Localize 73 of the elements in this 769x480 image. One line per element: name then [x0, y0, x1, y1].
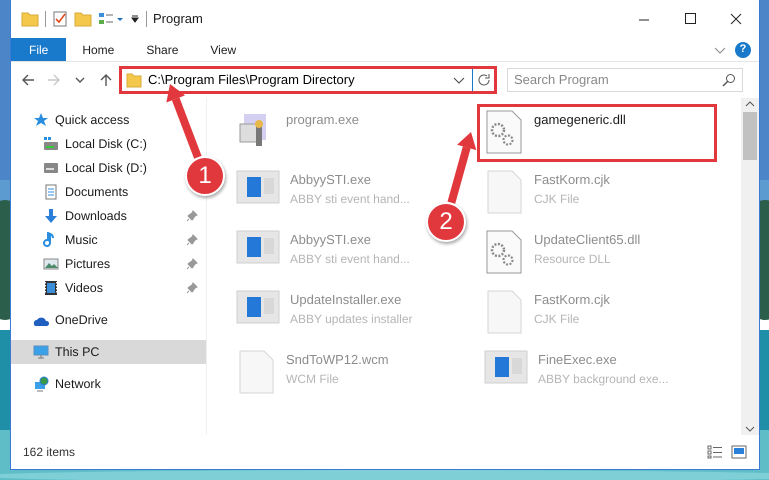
- file-name: AbbyySTI.exe: [290, 171, 372, 189]
- file-name: UpdateInstaller.exe: [290, 291, 402, 309]
- search-box[interactable]: Search Program: [507, 68, 743, 92]
- sidebar-item[interactable]: Music: [11, 228, 206, 252]
- folder-icon: [126, 72, 142, 88]
- pin-icon[interactable]: [186, 282, 198, 294]
- close-icon[interactable]: [728, 12, 744, 26]
- file-type: Resource DLL: [534, 250, 612, 268]
- help-button[interactable]: ?: [735, 42, 751, 58]
- item-count: 162 items: [23, 444, 76, 461]
- gear-file-icon: [484, 230, 524, 274]
- address-bar[interactable]: C:\Program Files\Program Directory: [121, 68, 495, 92]
- pin-icon[interactable]: [186, 258, 198, 270]
- back-arrow-icon[interactable]: [20, 72, 36, 88]
- sidebar-item[interactable]: Documents: [11, 180, 176, 204]
- application-icon: [236, 230, 280, 264]
- drive-icon: [43, 136, 59, 152]
- ribbon-tab[interactable]: Home: [66, 38, 130, 61]
- network-icon: [33, 376, 49, 392]
- star-icon: [33, 112, 49, 128]
- sidebar-item[interactable]: Network: [11, 372, 176, 396]
- picture-icon: [43, 256, 59, 272]
- sidebar-item[interactable]: Local Disk (D:): [11, 156, 176, 180]
- large-icons-view-icon[interactable]: [731, 445, 747, 459]
- callout-arrow: [448, 132, 476, 204]
- gear-file-icon: [484, 110, 524, 154]
- sidebar-item[interactable]: Pictures: [11, 252, 206, 276]
- search-icon[interactable]: [722, 73, 736, 87]
- file-name: UpdateClient65.dll: [534, 231, 640, 249]
- address-field[interactable]: C:\Program Files\Program Directory: [148, 70, 446, 90]
- drive-icon: [43, 160, 59, 176]
- file-item[interactable]: gamegeneric.dll: [477, 104, 717, 162]
- sidebar-item[interactable]: Quick access: [11, 108, 176, 132]
- file-name: FineExec.exe: [538, 351, 618, 369]
- file-type: WCM File: [286, 370, 340, 388]
- window-title: Program: [153, 10, 203, 28]
- file-type: ABBY sti event hand...: [290, 250, 410, 268]
- ribbon-tab[interactable]: View: [194, 38, 252, 61]
- scrollbar[interactable]: [741, 98, 759, 435]
- file-type: ABBY sti event hand...: [290, 190, 410, 208]
- file-name: AbbyySTI.exe: [290, 231, 372, 249]
- pin-icon[interactable]: [186, 210, 198, 222]
- properties-icon[interactable]: [52, 10, 68, 28]
- details-view-icon[interactable]: [707, 445, 723, 459]
- file-type: CJK File: [534, 310, 580, 328]
- download-icon: [43, 208, 59, 224]
- film-icon: [43, 280, 59, 296]
- maximize-icon[interactable]: [682, 12, 698, 26]
- application-icon: [236, 170, 280, 204]
- file-name: SndToWP12.wcm: [286, 351, 389, 369]
- sidebar-item[interactable]: Local Disk (C:): [11, 132, 176, 156]
- up-arrow-icon[interactable]: [98, 72, 114, 88]
- file-type: CJK File: [534, 190, 580, 208]
- file-name: FastKorm.cjk: [534, 171, 610, 189]
- file-name: gamegeneric.dll: [534, 111, 626, 129]
- ribbon-tab[interactable]: File: [11, 38, 66, 61]
- file-type: ABBY updates installer: [290, 310, 413, 328]
- sidebar-item[interactable]: Videos: [11, 276, 206, 300]
- folder-icon: [21, 10, 39, 28]
- pin-icon[interactable]: [186, 234, 198, 246]
- scrollbar-thumb[interactable]: [743, 112, 757, 160]
- sidebar-item[interactable]: Downloads: [11, 204, 206, 228]
- application-icon: [484, 350, 528, 384]
- ribbon-tab[interactable]: Share: [130, 38, 194, 61]
- document-icon: [43, 184, 59, 200]
- file-type: ABBY background exe...: [538, 370, 669, 388]
- application-icon: [236, 290, 280, 324]
- sidebar-item[interactable]: OneDrive: [11, 308, 176, 332]
- refresh-icon[interactable]: [476, 73, 490, 87]
- file-name: FastKorm.cjk: [534, 291, 610, 309]
- monitor-icon: [33, 344, 49, 360]
- file-name: program.exe: [286, 111, 359, 129]
- sidebar-item[interactable]: This PC: [11, 340, 206, 364]
